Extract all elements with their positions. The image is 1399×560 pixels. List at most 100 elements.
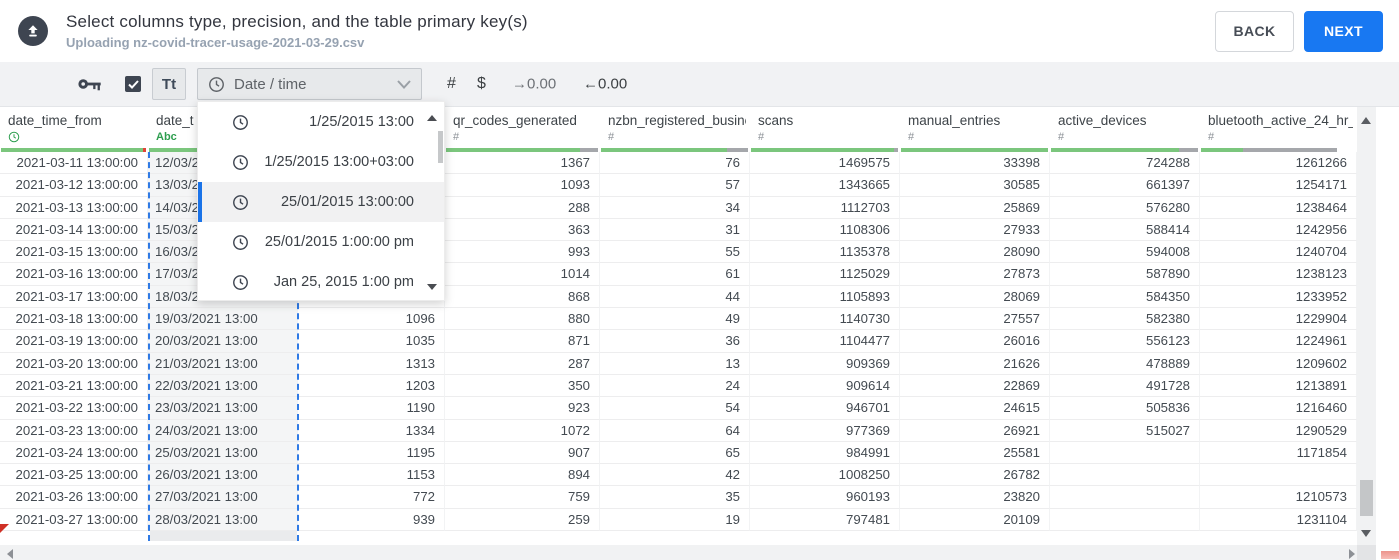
cell[interactable]: 1210573 xyxy=(1200,486,1357,509)
column-header-active_devices[interactable]: active_devices # xyxy=(1050,107,1200,152)
cell[interactable]: 54 xyxy=(600,397,750,420)
format-option[interactable]: 25/01/2015 13:00:00 xyxy=(198,182,444,222)
cell[interactable]: 34 xyxy=(600,196,750,219)
cell[interactable]: 1224961 xyxy=(1200,330,1357,353)
cell[interactable]: 1135378 xyxy=(750,241,900,264)
vertical-scrollbar[interactable] xyxy=(1357,107,1376,545)
cell[interactable]: 556123 xyxy=(1050,330,1200,353)
cell[interactable]: 1229904 xyxy=(1200,308,1357,331)
cell[interactable]: 515027 xyxy=(1050,419,1200,442)
cell[interactable]: 1469575 xyxy=(750,152,900,175)
cell[interactable]: 1195 xyxy=(298,441,445,465)
cell[interactable]: 259 xyxy=(445,508,600,532)
cell[interactable]: 1313 xyxy=(298,352,445,375)
cell[interactable]: 2021-03-26 13:00:00 xyxy=(0,486,148,509)
scroll-right-icon[interactable] xyxy=(1349,548,1355,559)
cell[interactable]: 2021-03-23 13:00:00 xyxy=(0,419,148,442)
cell[interactable]: 594008 xyxy=(1050,241,1200,264)
column-header-qr_codes_generated[interactable]: qr_codes_generated # xyxy=(445,107,600,152)
cell[interactable]: 2021-03-20 13:00:00 xyxy=(0,352,148,375)
cell[interactable]: 22869 xyxy=(900,374,1050,398)
cell[interactable]: 19/03/2021 13:00 xyxy=(148,308,298,331)
cell[interactable]: 24 xyxy=(600,374,750,398)
cell[interactable]: 2021-03-22 13:00:00 xyxy=(0,397,148,420)
cell[interactable]: 2021-03-12 13:00:00 xyxy=(0,174,148,197)
next-button[interactable]: NEXT xyxy=(1304,10,1383,52)
cell[interactable]: 26782 xyxy=(900,464,1050,487)
cell[interactable]: 21/03/2021 13:00 xyxy=(148,352,298,375)
cell[interactable]: 1112703 xyxy=(750,196,900,219)
cell[interactable]: 1367 xyxy=(445,152,600,175)
scroll-left-icon[interactable] xyxy=(7,548,13,559)
cell[interactable]: 2021-03-11 13:00:00 xyxy=(0,152,148,175)
cell[interactable]: 42 xyxy=(600,464,750,487)
format-option[interactable]: Jan 25, 2015 1:00 pm xyxy=(198,262,444,302)
cell[interactable]: 2021-03-15 13:00:00 xyxy=(0,241,148,264)
cell[interactable]: 584350 xyxy=(1050,285,1200,309)
cell[interactable]: 26921 xyxy=(900,419,1050,442)
cell[interactable]: 1072 xyxy=(445,419,600,442)
cell[interactable]: 1213891 xyxy=(1200,374,1357,398)
cell[interactable]: 1108306 xyxy=(750,218,900,242)
cell[interactable]: 30585 xyxy=(900,174,1050,197)
format-option[interactable]: 25/01/2015 1:00:00 pm xyxy=(198,222,444,262)
back-button[interactable]: BACK xyxy=(1215,10,1294,52)
cell[interactable]: 21626 xyxy=(900,352,1050,375)
cell[interactable]: 1242956 xyxy=(1200,218,1357,242)
cell[interactable]: 1254171 xyxy=(1200,174,1357,197)
cell[interactable]: 868 xyxy=(445,285,600,309)
menu-scroll-up-icon[interactable] xyxy=(427,115,437,121)
cell[interactable]: 24/03/2021 13:00 xyxy=(148,419,298,442)
cell[interactable]: 28090 xyxy=(900,241,1050,264)
cell[interactable]: 64 xyxy=(600,419,750,442)
cell[interactable]: 1240704 xyxy=(1200,241,1357,264)
cell[interactable]: 1216460 xyxy=(1200,397,1357,420)
cell[interactable]: 576280 xyxy=(1050,196,1200,219)
cell[interactable]: 772 xyxy=(298,486,445,509)
column-include-checkbox[interactable] xyxy=(125,76,141,92)
cell[interactable]: 977369 xyxy=(750,419,900,442)
cell[interactable]: 65 xyxy=(600,441,750,465)
cell[interactable]: 2021-03-14 13:00:00 xyxy=(0,218,148,242)
cell[interactable] xyxy=(1050,486,1200,509)
cell[interactable]: 759 xyxy=(445,486,600,509)
currency-type-icon[interactable]: $ xyxy=(477,75,486,93)
cell[interactable]: 287 xyxy=(445,352,600,375)
cell[interactable]: 1209602 xyxy=(1200,352,1357,375)
cell[interactable]: 24615 xyxy=(900,397,1050,420)
cell[interactable]: 1171854 xyxy=(1200,441,1357,465)
cell[interactable]: 44 xyxy=(600,285,750,309)
cell[interactable]: 1093 xyxy=(445,174,600,197)
cell[interactable]: 880 xyxy=(445,308,600,331)
cell[interactable]: 55 xyxy=(600,241,750,264)
cell[interactable]: 582380 xyxy=(1050,308,1200,331)
cell[interactable]: 1238464 xyxy=(1200,196,1357,219)
cell[interactable]: 20109 xyxy=(900,508,1050,532)
cell[interactable]: 19 xyxy=(600,508,750,532)
scroll-down-icon[interactable] xyxy=(1361,530,1371,537)
scroll-up-icon[interactable] xyxy=(1361,117,1371,124)
cell[interactable]: 27/03/2021 13:00 xyxy=(148,486,298,509)
column-header-date_time_from[interactable]: date_time_from xyxy=(0,107,148,152)
primary-key-icon[interactable] xyxy=(78,77,101,92)
cell[interactable]: 288 xyxy=(445,196,600,219)
cell[interactable]: 960193 xyxy=(750,486,900,509)
cell[interactable]: 36 xyxy=(600,330,750,353)
menu-scroll-down-icon[interactable] xyxy=(427,284,437,290)
cell[interactable]: 1233952 xyxy=(1200,285,1357,309)
cell[interactable]: 939 xyxy=(298,508,445,532)
cell[interactable]: 13 xyxy=(600,352,750,375)
cell[interactable]: 2021-03-19 13:00:00 xyxy=(0,330,148,353)
cell[interactable]: 27873 xyxy=(900,263,1050,286)
cell[interactable]: 1238123 xyxy=(1200,263,1357,286)
cell[interactable]: 25/03/2021 13:00 xyxy=(148,441,298,465)
cell[interactable]: 23820 xyxy=(900,486,1050,509)
cell[interactable]: 1231104 xyxy=(1200,508,1357,532)
cell[interactable] xyxy=(1200,464,1357,487)
cell[interactable]: 1190 xyxy=(298,397,445,420)
horizontal-scrollbar[interactable] xyxy=(0,545,1376,560)
cell[interactable]: 33398 xyxy=(900,152,1050,175)
cell[interactable]: 35 xyxy=(600,486,750,509)
cell[interactable]: 984991 xyxy=(750,441,900,465)
cell[interactable]: 505836 xyxy=(1050,397,1200,420)
